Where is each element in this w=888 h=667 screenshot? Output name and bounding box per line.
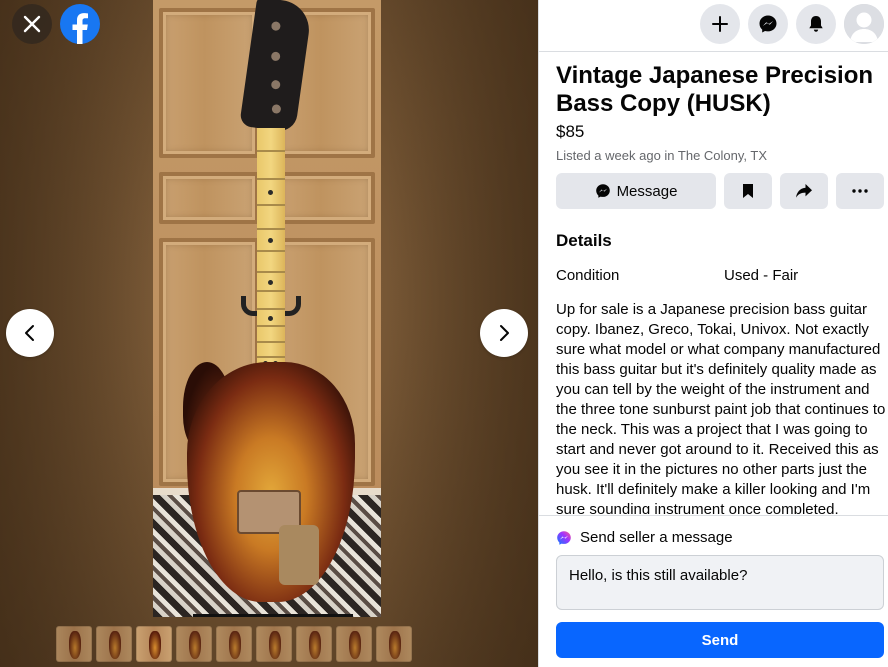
message-seller-button[interactable]: Message [556,173,716,209]
guitar-stand [193,570,353,617]
profile-avatar[interactable] [844,4,884,44]
close-icon [23,15,41,33]
messenger-button[interactable] [748,4,788,44]
bookmark-icon [743,184,753,198]
facebook-logo-link[interactable] [60,4,100,44]
more-icon [852,189,868,193]
listing-location[interactable]: Listed a week ago in The Colony, TX [556,148,886,163]
listing-photo [153,0,381,617]
photo-thumbnail[interactable] [376,626,412,662]
thumbnail-strip [56,626,412,662]
save-button[interactable] [724,173,772,209]
photo-thumbnail[interactable] [56,626,92,662]
share-icon [796,184,812,198]
condition-row: Condition Used - Fair [556,267,886,284]
facebook-logo-icon [72,13,88,44]
photo-thumbnail[interactable] [256,626,292,662]
plus-icon [712,16,728,32]
photo-thumbnail[interactable] [336,626,372,662]
listing-description: Up for sale is a Japanese precision bass… [556,301,886,514]
listing-title: Vintage Japanese Precision Bass Copy (HU… [556,62,874,117]
message-button-label: Message [616,182,678,200]
chevron-right-icon [500,325,509,341]
listing-content: Vintage Japanese Precision Bass Copy (HU… [556,62,886,514]
listing-price: $85 [556,122,585,141]
message-input[interactable]: Hello, is this still available? [556,555,884,610]
chevron-left-icon [25,325,34,341]
more-options-button[interactable] [836,173,884,209]
photo-thumbnail[interactable] [296,626,332,662]
user-avatar-icon [844,4,884,44]
compose-heading: Send seller a message [556,529,733,546]
messenger-icon [759,15,777,33]
photo-thumbnail[interactable] [96,626,132,662]
listing-actions: Message [556,173,886,209]
message-composer: Send seller a message Hello, is this sti… [539,515,888,667]
share-button[interactable] [780,173,828,209]
compose-heading-label: Send seller a message [580,529,733,546]
details-heading: Details [556,231,612,250]
photo-thumbnail[interactable] [216,626,252,662]
photo-thumbnail[interactable] [176,626,212,662]
photo-thumbnail[interactable] [136,626,172,662]
photo-viewer [0,0,538,667]
messenger-icon [557,530,571,545]
condition-label: Condition [556,267,620,284]
listing-panel: Vintage Japanese Precision Bass Copy (HU… [538,0,888,667]
notifications-button[interactable] [796,4,836,44]
close-button[interactable] [12,4,52,44]
next-photo-button[interactable] [480,309,528,357]
create-button[interactable] [700,4,740,44]
condition-value: Used - Fair [724,267,799,284]
messenger-icon [595,184,610,198]
send-button[interactable]: Send [556,622,884,658]
bell-icon [809,16,823,32]
previous-photo-button[interactable] [6,309,54,357]
top-bar [539,0,888,52]
